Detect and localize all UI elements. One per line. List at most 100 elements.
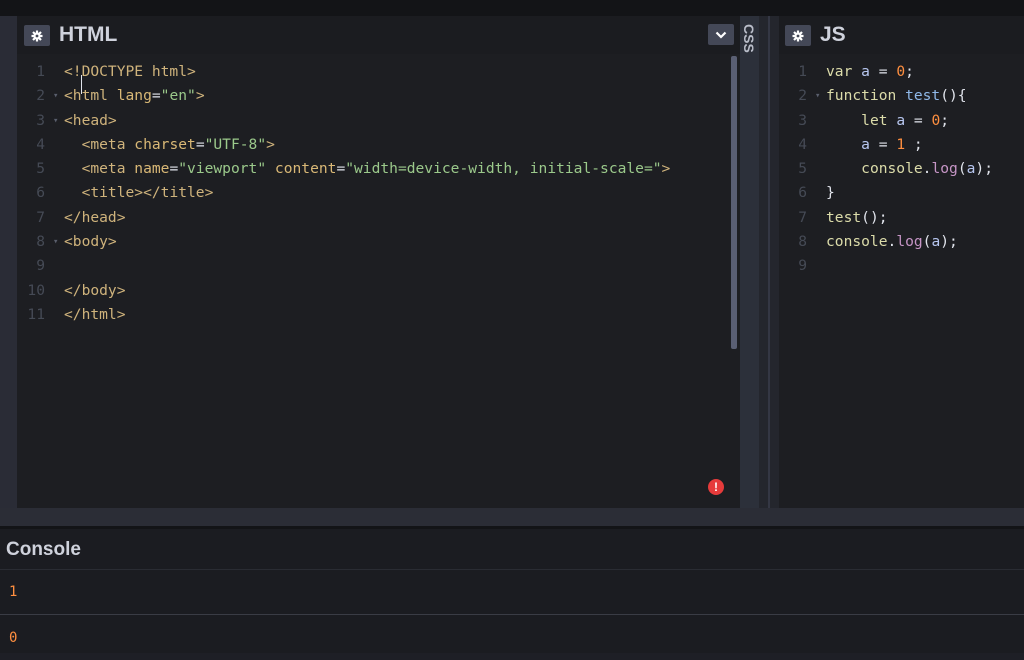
line-number: 1 xyxy=(36,63,45,80)
code-token: lang xyxy=(116,87,152,105)
left-gutter xyxy=(0,16,17,508)
code-token: <meta xyxy=(81,135,135,153)
code-text: console.log(a); xyxy=(826,157,993,181)
code-token: > xyxy=(661,160,671,178)
line-number: 6 xyxy=(798,184,807,202)
top-bar xyxy=(0,0,1024,16)
code-token: = xyxy=(151,87,161,105)
code-token: log xyxy=(931,160,958,178)
fold-arrow-icon[interactable]: ▾ xyxy=(53,109,58,133)
gear-icon xyxy=(792,30,804,41)
line-number: 9 xyxy=(798,257,807,275)
code-token: "UTF-8" xyxy=(204,135,267,153)
html-settings-button[interactable] xyxy=(24,25,50,46)
code-text: <head> xyxy=(64,109,117,133)
code-text: <html lang="en"> xyxy=(64,84,205,108)
code-text: function test(){ xyxy=(826,84,967,108)
code-text: <meta name="viewport" content="width=dev… xyxy=(64,157,671,181)
code-token: "en" xyxy=(160,87,196,105)
code-token: "viewport" xyxy=(178,160,267,178)
code-token: = xyxy=(336,160,346,178)
code-token: = xyxy=(905,111,932,129)
code-text: <body> xyxy=(64,230,117,254)
console-header: Console xyxy=(0,529,1024,570)
code-token: console xyxy=(861,160,923,178)
code-text: <meta charset="UTF-8"> xyxy=(64,133,275,157)
code-token: console xyxy=(826,233,888,251)
line-number: 8 xyxy=(798,233,807,251)
code-token: charset xyxy=(134,135,196,153)
panel-divider-line xyxy=(768,16,770,508)
code-token: = xyxy=(169,160,179,178)
js-panel-title: JS xyxy=(820,23,846,46)
code-token: </html> xyxy=(64,305,126,323)
code-text: </body> xyxy=(64,279,126,303)
code-text: <title></title> xyxy=(64,181,214,205)
code-text: var a = 0; xyxy=(826,60,914,84)
code-token: a xyxy=(931,233,941,251)
code-token: <head> xyxy=(64,111,117,129)
code-token: log xyxy=(896,233,923,251)
code-text: </head> xyxy=(64,206,126,230)
code-token: </body> xyxy=(64,281,126,299)
code-token: <html xyxy=(64,87,117,105)
code-text: console.log(a); xyxy=(826,230,958,254)
html-panel-menu-button[interactable] xyxy=(708,24,734,45)
html-panel-title: HTML xyxy=(59,23,118,46)
js-settings-button[interactable] xyxy=(785,25,811,46)
code-token: > xyxy=(266,135,275,153)
code-text: <!DOCTYPE html> xyxy=(64,60,196,84)
line-number: 3 xyxy=(798,111,807,129)
chevron-down-icon xyxy=(715,31,727,39)
code-token: 1 xyxy=(896,135,906,153)
code-token: a xyxy=(861,135,870,153)
line-number: 4 xyxy=(36,135,45,153)
code-token: ); xyxy=(975,160,993,178)
line-number: 4 xyxy=(798,135,807,153)
code-token: "width=device-width, initial-scale=" xyxy=(345,160,662,178)
line-number: 9 xyxy=(36,257,45,275)
code-token: 0 xyxy=(931,111,941,129)
console-output-row: 0 xyxy=(0,616,1024,660)
fold-arrow-icon[interactable]: ▾ xyxy=(53,84,58,108)
html-editor-panel: HTML 1 <!DOCTYPE html> 2 ▾ <html lang="en"> 3… xyxy=(17,16,740,508)
line-number: 5 xyxy=(36,160,45,178)
code-text: test(); xyxy=(826,206,888,230)
code-token: test xyxy=(826,208,862,226)
fold-arrow-icon[interactable]: ▾ xyxy=(53,230,58,254)
code-token: <meta xyxy=(81,160,135,178)
code-token: ); xyxy=(940,233,958,251)
code-token: var xyxy=(826,63,862,80)
code-token: name xyxy=(134,160,170,178)
console-resize-handle[interactable] xyxy=(0,508,1024,526)
code-token: function xyxy=(826,87,906,105)
code-token: ; xyxy=(905,63,914,80)
html-panel-header: HTML xyxy=(17,16,740,54)
css-editor-panel-collapsed[interactable]: CSS xyxy=(740,16,759,508)
line-number: 2 xyxy=(798,87,807,105)
gear-icon xyxy=(31,30,43,41)
console-title: Console xyxy=(6,539,81,560)
code-token: ; xyxy=(940,111,950,129)
html-editor-scrollbar[interactable] xyxy=(731,56,737,349)
line-number: 8 xyxy=(36,233,45,251)
console-output-value: 1 xyxy=(9,584,18,600)
line-number: 11 xyxy=(27,305,45,323)
code-token: . xyxy=(887,233,897,251)
code-token: content xyxy=(274,160,337,178)
line-number: 7 xyxy=(36,208,45,226)
console-output-value: 0 xyxy=(9,630,18,646)
line-number: 1 xyxy=(798,63,807,80)
code-text: } xyxy=(826,181,835,205)
line-number: 5 xyxy=(798,160,807,178)
error-icon[interactable]: ! xyxy=(708,479,724,495)
code-token: a xyxy=(896,111,906,129)
code-token: > xyxy=(195,87,205,105)
fold-arrow-icon[interactable]: ▾ xyxy=(815,84,820,108)
code-token: } xyxy=(826,184,835,202)
